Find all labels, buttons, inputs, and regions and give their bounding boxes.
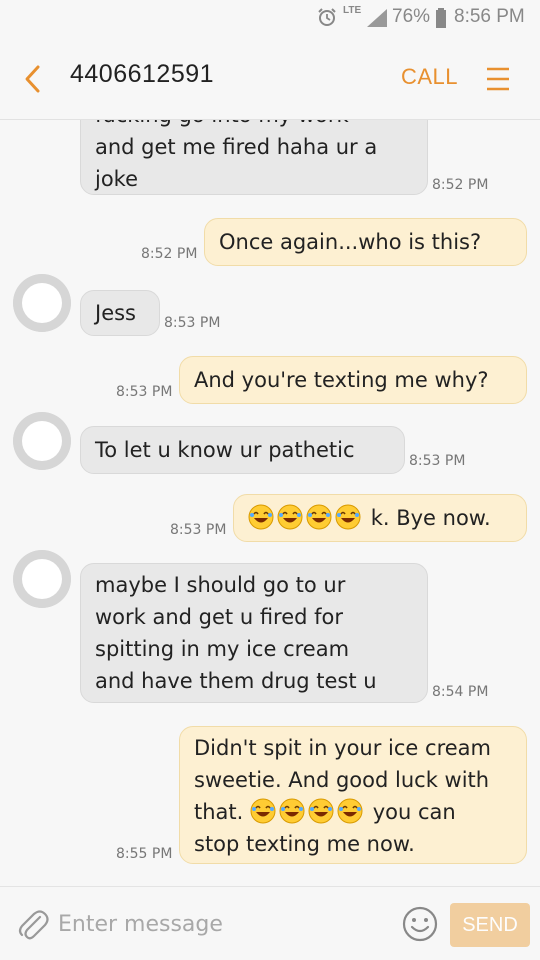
message-line: sweetie. And good luck with	[194, 768, 490, 792]
message-timestamp: 8:52 PM	[141, 246, 198, 262]
laughing-emoji-icon	[250, 798, 276, 824]
message-line: spitting in my ice cream	[95, 637, 350, 661]
message-line: that. you can	[194, 796, 512, 828]
message-list[interactable]: fucking go into my work and get me fired…	[0, 120, 540, 886]
laughing-emoji-icon	[279, 798, 305, 824]
menu-icon[interactable]	[486, 66, 510, 92]
message-line: Once again...who is this?	[219, 230, 482, 254]
avatar[interactable]	[13, 412, 71, 470]
back-arrow-icon[interactable]	[18, 62, 48, 96]
message-bubble-incoming[interactable]: maybe I should go to ur work and get u f…	[80, 563, 428, 703]
avatar[interactable]	[13, 274, 71, 332]
message-input[interactable]	[58, 903, 388, 945]
message-timestamp: 8:53 PM	[164, 315, 221, 331]
default-avatar-icon	[13, 412, 71, 470]
paperclip-icon[interactable]	[16, 907, 50, 943]
status-bar: LTE 76% 8:56 PM	[0, 0, 540, 38]
message-timestamp: 8:52 PM	[432, 177, 489, 193]
message-line: work and get u fired for	[95, 605, 344, 629]
battery-icon	[436, 8, 446, 28]
message-timestamp: 8:53 PM	[409, 453, 466, 469]
battery-percent: 76%	[392, 6, 431, 27]
avatar[interactable]	[13, 550, 71, 608]
message-timestamp: 8:53 PM	[116, 384, 173, 400]
laughing-emoji-icon	[308, 798, 334, 824]
message-bubble-outgoing[interactable]: And you're texting me why?	[179, 356, 527, 404]
alarm-icon	[318, 8, 336, 26]
message-line: fucking go into my work	[95, 120, 413, 131]
message-line: stop texting me now.	[194, 832, 415, 856]
message-timestamp: 8:54 PM	[432, 684, 489, 700]
message-text: that.	[194, 800, 244, 824]
compose-bar: SEND	[0, 886, 540, 960]
signal-icon	[367, 9, 387, 27]
laughing-emoji-icon	[335, 504, 361, 530]
message-text: you can	[372, 800, 456, 824]
emoji-icon[interactable]	[401, 905, 439, 943]
message-bubble-outgoing[interactable]: Once again...who is this?	[204, 218, 527, 266]
status-time: 8:56 PM	[454, 6, 525, 27]
call-button[interactable]: CALL	[401, 64, 458, 90]
message-timestamp: 8:53 PM	[170, 522, 227, 538]
message-line: Didn't spit in your ice cream	[194, 736, 491, 760]
message-line: Jess	[95, 301, 136, 325]
laughing-emoji-icon	[277, 504, 303, 530]
default-avatar-icon	[13, 550, 71, 608]
message-text: k. Bye now.	[370, 506, 491, 530]
message-bubble-incoming[interactable]: Jess	[80, 290, 160, 336]
conversation-header: 4406612591 CALL	[0, 38, 540, 120]
laughing-emoji-icon	[248, 504, 274, 530]
message-line: To let u know ur pathetic	[95, 438, 355, 462]
laughing-emoji-icon	[337, 798, 363, 824]
message-bubble-outgoing[interactable]: Didn't spit in your ice cream sweetie. A…	[179, 726, 527, 864]
message-line: And you're texting me why?	[194, 368, 489, 392]
message-bubble-incoming[interactable]: To let u know ur pathetic	[80, 426, 405, 474]
message-bubble-incoming[interactable]: fucking go into my work and get me fired…	[80, 120, 428, 195]
message-line: and have them drug test u	[95, 669, 377, 693]
message-line: maybe I should go to ur	[95, 573, 346, 597]
contact-name: 4406612591	[70, 60, 215, 88]
message-timestamp: 8:55 PM	[116, 846, 173, 862]
default-avatar-icon	[13, 274, 71, 332]
send-button[interactable]: SEND	[450, 903, 530, 947]
network-type: LTE	[343, 5, 362, 16]
message-line: and get me fired haha ur a	[95, 135, 378, 159]
message-bubble-outgoing[interactable]: k. Bye now.	[233, 494, 527, 542]
message-line: joke	[95, 167, 139, 191]
laughing-emoji-icon	[306, 504, 332, 530]
